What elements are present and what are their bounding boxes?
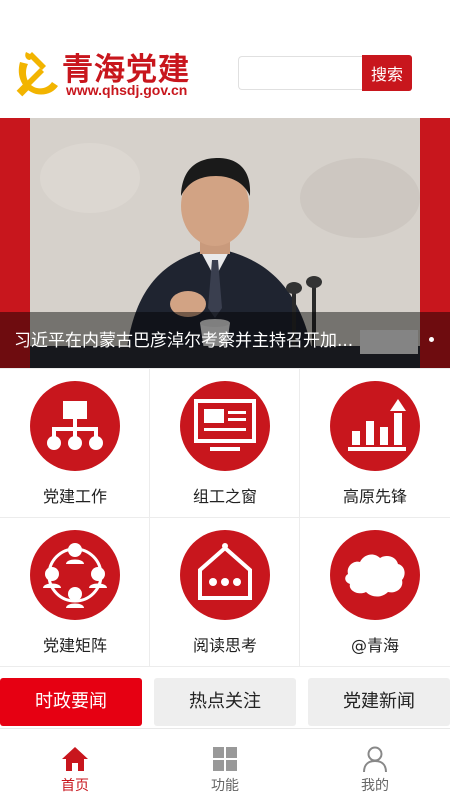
bottom-nav: 首页 功能 我的 xyxy=(0,728,450,800)
grid-item-label: 党建矩阵 xyxy=(42,636,107,655)
search-input[interactable] xyxy=(238,56,362,90)
tab-hot-topics[interactable]: 热点关注 xyxy=(154,678,296,726)
search-button[interactable]: 搜索 xyxy=(362,55,412,91)
grid-item-reading-thinking[interactable]: 阅读思考 xyxy=(150,518,300,667)
qinghai-map-icon xyxy=(345,554,405,597)
app-header: 青海党建 www.qhsdj.gov.cn 搜索 xyxy=(0,0,450,118)
nav-item-home[interactable]: 首页 xyxy=(0,729,150,800)
org-chart-icon xyxy=(47,401,103,450)
tab-current-affairs[interactable]: 时政要闻 xyxy=(0,678,142,726)
banner-caption-bar: 习近平在内蒙古巴彦淖尔考察并主持召开加... xyxy=(0,312,450,368)
grid-item-plateau-pioneer[interactable]: 高原先锋 xyxy=(300,369,450,518)
people-network-icon xyxy=(43,543,107,608)
grid-item-label: 党建工作 xyxy=(42,487,107,506)
grid-item-label: 阅读思考 xyxy=(192,636,257,655)
feature-grid: 党建工作 组工之窗 高原先锋 党建矩阵 阅读思考 @青海 xyxy=(0,368,450,667)
party-emblem-icon xyxy=(16,52,58,97)
nav-label: 我的 xyxy=(361,778,389,794)
monitor-icon xyxy=(194,399,256,451)
user-icon xyxy=(363,746,387,773)
grid-item-label: @青海 xyxy=(350,636,399,655)
grid-item-org-window[interactable]: 组工之窗 xyxy=(150,369,300,518)
nav-item-functions[interactable]: 功能 xyxy=(150,729,300,800)
grid-item-party-work[interactable]: 党建工作 xyxy=(0,369,150,518)
growth-chart-icon xyxy=(348,399,406,451)
news-banner[interactable]: 习近平在内蒙古巴彦淖尔考察并主持召开加... xyxy=(0,118,450,368)
logo-url: www.qhsdj.gov.cn xyxy=(66,82,188,98)
grid-item-party-matrix[interactable]: 党建矩阵 xyxy=(0,518,150,667)
nav-label: 功能 xyxy=(211,778,239,794)
nav-label: 首页 xyxy=(61,778,89,794)
grid-item-label: 组工之窗 xyxy=(192,487,257,506)
tab-party-news[interactable]: 党建新闻 xyxy=(308,678,450,726)
nav-item-mine[interactable]: 我的 xyxy=(300,729,450,800)
news-tabs: 时政要闻 热点关注 党建新闻 xyxy=(0,678,450,726)
carousel-indicator-dot[interactable] xyxy=(429,337,434,342)
home-icon xyxy=(62,747,88,771)
grid-item-at-qinghai[interactable]: @青海 xyxy=(300,518,450,667)
house-dots-icon xyxy=(198,543,252,600)
banner-caption[interactable]: 习近平在内蒙古巴彦淖尔考察并主持召开加... xyxy=(14,326,358,351)
grid-icon xyxy=(213,747,237,771)
grid-item-label: 高原先锋 xyxy=(342,487,407,506)
